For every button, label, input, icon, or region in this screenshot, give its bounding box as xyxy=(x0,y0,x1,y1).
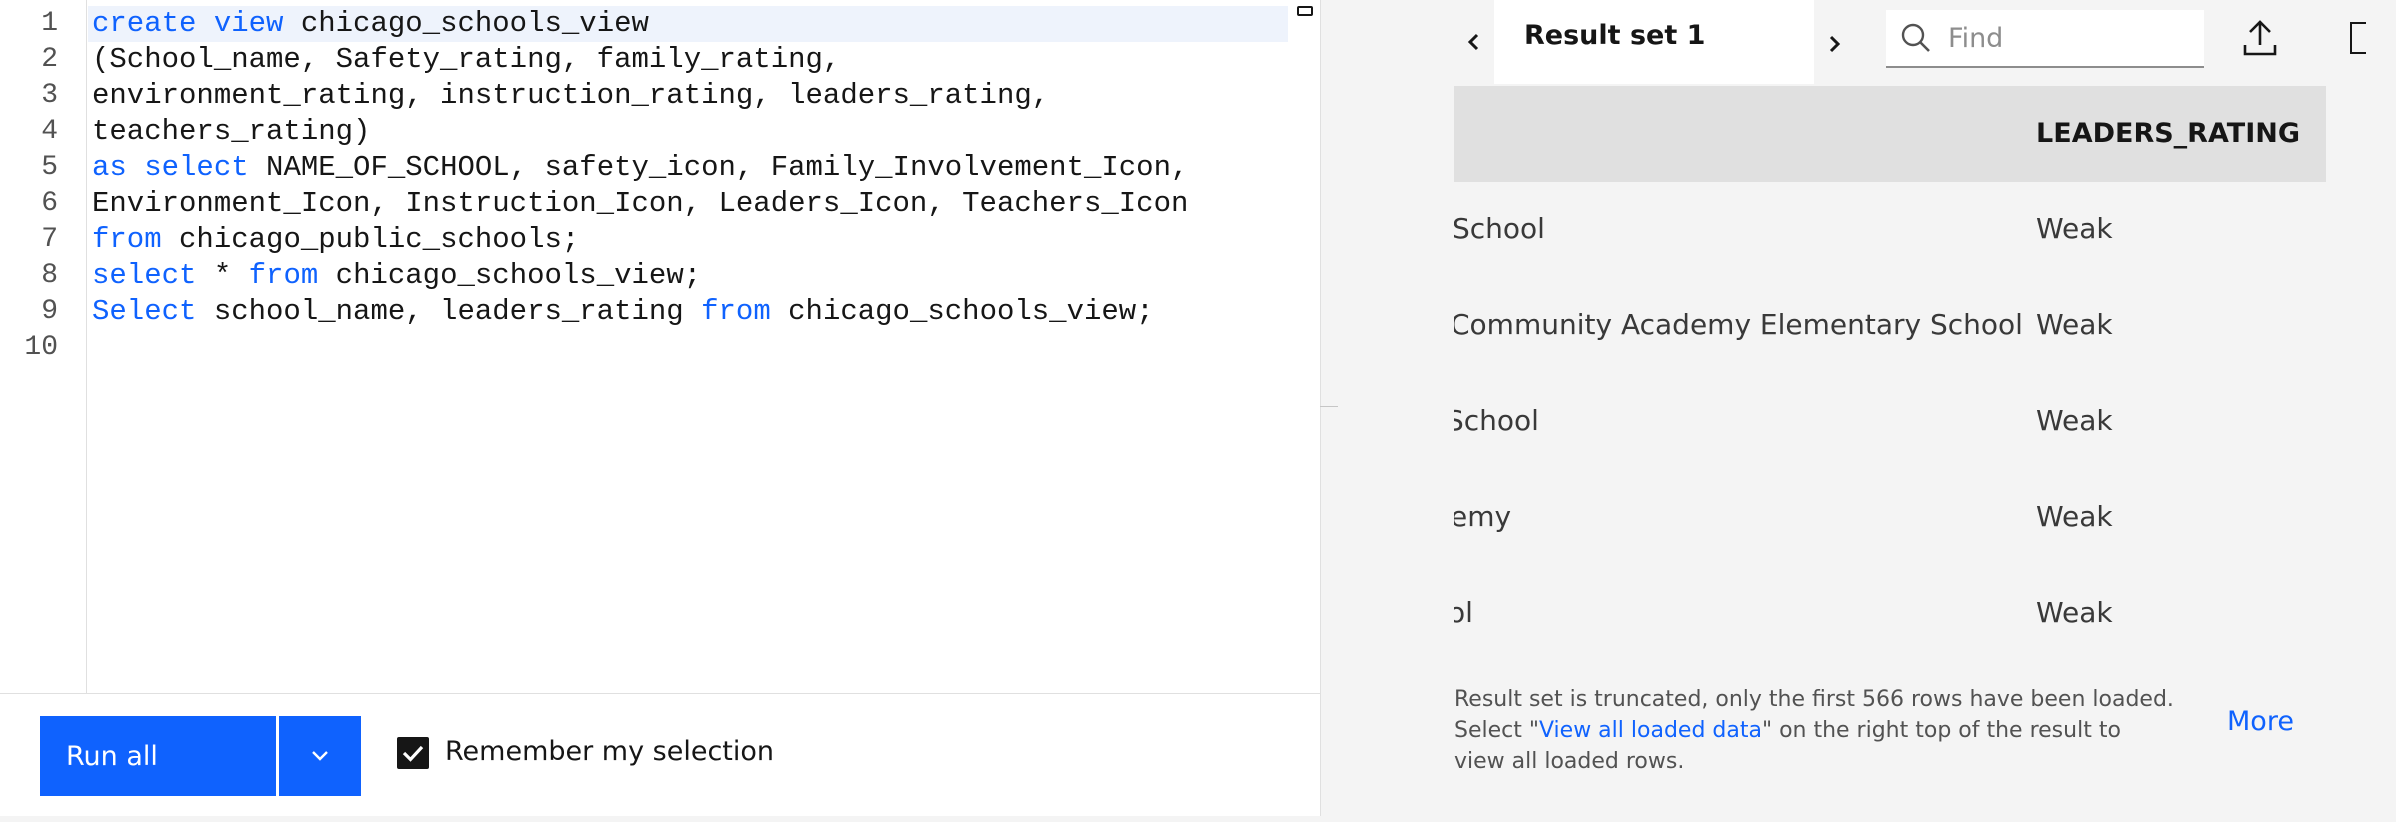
table-header: LEADERS_RATING xyxy=(1454,86,2326,182)
sql-keyword: create view xyxy=(92,7,284,40)
code-text: Environment_Icon, Instruction_Icon, Lead… xyxy=(92,187,1189,220)
search-icon xyxy=(1901,23,1930,52)
table-row[interactable]: emy Weak xyxy=(1454,470,2326,568)
line-number: 8 xyxy=(41,260,58,291)
checkmark-icon xyxy=(402,745,424,762)
table-row[interactable]: School Weak xyxy=(1454,182,2326,280)
next-result-button[interactable] xyxy=(1814,14,1854,74)
cell-school-name: School xyxy=(1454,212,1545,245)
code-line[interactable]: environment_rating, instruction_rating, … xyxy=(92,78,1049,114)
column-header-leaders-rating[interactable]: LEADERS_RATING xyxy=(2036,118,2300,149)
truncation-note: Result set is truncated, only the first … xyxy=(1454,684,2174,777)
table-row[interactable]: ol Weak xyxy=(1454,566,2326,662)
code-text: NAME_OF_SCHOOL, safety_icon, Family_Invo… xyxy=(248,151,1189,184)
run-all-button[interactable]: Run all xyxy=(40,716,276,796)
export-button[interactable] xyxy=(2234,12,2286,64)
table-row[interactable]: School Weak xyxy=(1454,374,2326,472)
remember-selection-checkbox[interactable] xyxy=(397,737,429,769)
code-text: * xyxy=(196,259,249,292)
sql-keyword: as select xyxy=(92,151,249,184)
code-text: chicago_public_schools; xyxy=(161,223,580,256)
tab-label: Result set 1 xyxy=(1524,20,1706,51)
sql-keyword: Select xyxy=(92,295,197,328)
cell-leaders-rating: Weak xyxy=(2036,404,2113,437)
code-line[interactable]: teachers_rating) xyxy=(92,114,370,150)
cell-leaders-rating: Weak xyxy=(2036,500,2113,533)
line-number: 5 xyxy=(41,152,58,183)
minimap-marker xyxy=(1297,6,1313,16)
chevron-down-icon xyxy=(312,750,328,761)
result-table: LEADERS_RATING School Weak Community Aca… xyxy=(1454,86,2326,662)
line-number: 3 xyxy=(41,80,58,111)
code-line[interactable]: (School_name, Safety_rating, family_rati… xyxy=(92,42,840,78)
code-line[interactable]: create view chicago_schools_view xyxy=(92,6,649,42)
sql-keyword: from xyxy=(92,223,162,256)
find-field[interactable] xyxy=(1886,10,2204,68)
cell-school-name: ol xyxy=(1454,596,1473,629)
code-line[interactable]: from chicago_public_schools; xyxy=(92,222,579,258)
line-number: 10 xyxy=(24,332,58,363)
sql-keyword: select xyxy=(92,259,197,292)
bottom-edge xyxy=(0,816,2396,822)
resize-tick xyxy=(1320,406,1338,407)
expand-icon[interactable] xyxy=(2350,22,2366,54)
code-text: (School_name, Safety_rating, family_rati… xyxy=(92,43,841,76)
code-text: teachers_rating) xyxy=(92,115,371,148)
code-text: environment_rating, instruction_rating, … xyxy=(92,79,1050,112)
view-all-loaded-data-link[interactable]: View all loaded data xyxy=(1539,718,1762,743)
chevron-left-icon xyxy=(1467,33,1479,51)
code-line[interactable]: Environment_Icon, Instruction_Icon, Lead… xyxy=(92,186,1188,222)
tab-result-set-1[interactable]: Result set 1 xyxy=(1494,0,1814,84)
sql-keyword: from xyxy=(701,295,771,328)
line-number-gutter: 1 2 3 4 5 6 7 8 9 10 xyxy=(0,0,87,693)
cell-leaders-rating: Weak xyxy=(2036,308,2113,341)
cell-leaders-rating: Weak xyxy=(2036,212,2113,245)
code-text: school_name, leaders_rating xyxy=(196,295,702,328)
cell-school-name: emy xyxy=(1454,500,1512,533)
more-link[interactable]: More xyxy=(2227,706,2294,737)
cell-school-name: School xyxy=(1454,404,1539,437)
line-number: 2 xyxy=(41,44,58,75)
previous-result-button[interactable] xyxy=(1454,14,1494,70)
code-line[interactable]: select * from chicago_schools_view; xyxy=(92,258,701,294)
run-options-dropdown-button[interactable] xyxy=(279,716,361,796)
code-text: chicago_schools_view; xyxy=(318,259,702,292)
table-row[interactable]: Community Academy Elementary School Weak xyxy=(1454,278,2326,376)
find-input[interactable] xyxy=(1946,18,2200,58)
line-number: 6 xyxy=(41,188,58,219)
sql-keyword: from xyxy=(248,259,319,292)
sql-editor[interactable]: 1 2 3 4 5 6 7 8 9 10 create view chicago… xyxy=(0,0,1320,693)
code-text: chicago_schools_view xyxy=(283,7,649,40)
upload-icon xyxy=(2243,20,2277,56)
line-number: 4 xyxy=(41,116,58,147)
run-toolbar: Run all Remember my selection xyxy=(0,694,1320,822)
line-number: 7 xyxy=(41,224,58,255)
chevron-right-icon xyxy=(1829,35,1841,53)
code-line[interactable]: as select NAME_OF_SCHOOL, safety_icon, F… xyxy=(92,150,1188,186)
line-number: 1 xyxy=(41,8,58,39)
code-text: chicago_schools_view; xyxy=(770,295,1154,328)
code-line[interactable]: Select school_name, leaders_rating from … xyxy=(92,294,1154,330)
remember-selection-label: Remember my selection xyxy=(445,736,775,767)
cell-leaders-rating: Weak xyxy=(2036,596,2113,629)
line-number: 9 xyxy=(41,296,58,327)
cell-school-name: Community Academy Elementary School xyxy=(1454,308,2023,341)
